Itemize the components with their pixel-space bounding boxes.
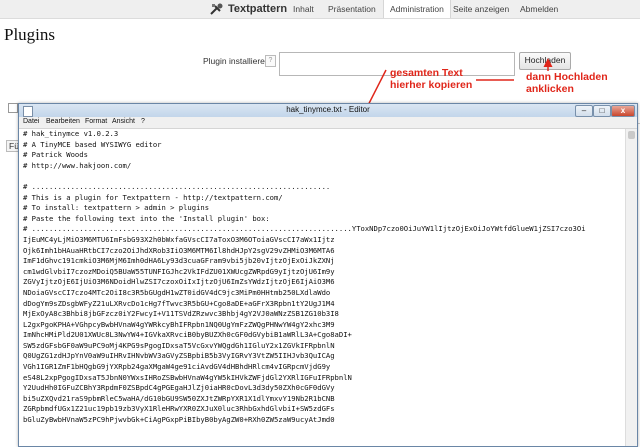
nav-administration[interactable]: Administration xyxy=(383,0,451,18)
text-line: ZGVyIjtzOjE6IjUiO3M6NDoidHlwZSI7czoxOiIx… xyxy=(23,277,335,287)
text-line: NDoiaGVscCI7czo4MTc2OiI8c3R5bGUgdH1wZT0i… xyxy=(23,287,331,297)
text-line: # To install: textpattern > admin > plug… xyxy=(23,203,210,213)
brand: Textpattern xyxy=(210,2,287,16)
text-line: IjEuMC4yLjMiO3M6MTU6ImFsbG93X2h0bWxfaGVs… xyxy=(23,234,335,244)
text-line: SW5zdGFsbGF0aW9uPC9oMj4KPG9sPgogIDxsaT5V… xyxy=(23,340,335,350)
annotation-upload-line-1: dann Hochladen xyxy=(526,71,608,83)
text-line: VGh1IGR1ZmF1bHQgbG9jYXRpb24gaXMgaW4ge91c… xyxy=(23,362,331,372)
text-line: Y2UudHh0IGFuZCBhY3RpdmF0ZSBpdC4gPGEgaHJl… xyxy=(23,383,335,393)
menu-edit[interactable]: Bearbeiten xyxy=(46,118,80,125)
close-button[interactable]: x xyxy=(611,105,635,117)
text-area[interactable]: # hak_tinymce v1.0.2.3 # A TinyMCE based … xyxy=(23,129,623,439)
row-checkbox[interactable] xyxy=(8,103,18,113)
text-line: bGluZyBwbHVnaW5zPC9hPjwvbGk+CiAgPGxpPiBI… xyxy=(23,415,335,425)
text-line: # Patrick Woods xyxy=(23,150,88,160)
window-title: hak_tinymce.txt - Editor xyxy=(286,105,370,114)
menu-file[interactable]: Datei xyxy=(23,118,39,125)
notepad-window[interactable]: hak_tinymce.txt - Editor – □ x Datei Bea… xyxy=(18,103,638,447)
text-line: cm1wdGlvbiI7czozMDoiQ5BUaW55TUNFIGJhc2Vk… xyxy=(23,266,335,276)
text-line: # ......................................… xyxy=(23,224,586,234)
text-line: ImNhcHMiPld2U01XWUc8L3NwYW4+IGVkaXRvciB0… xyxy=(23,330,352,340)
annotation-copy-line-2: hierher kopieren xyxy=(390,79,473,91)
vertical-scrollbar[interactable] xyxy=(625,129,637,446)
install-plugin-label: Plugin installieren xyxy=(203,56,270,66)
brand-name: Textpattern xyxy=(228,3,288,15)
upload-button[interactable]: Hochladen xyxy=(519,52,571,70)
text-line: # This is a plugin for Textpattern - htt… xyxy=(23,192,283,202)
menu-help[interactable]: ? xyxy=(141,118,145,125)
text-line: Ojk6Imh1bHAuaHRtbCI7czo2OiJhdXRob3IiO3M6… xyxy=(23,245,335,255)
text-line xyxy=(23,171,623,182)
text-line: ImF1dGhvc191cmkiO3M6MjM6Imh0dHA6Ly93d3cu… xyxy=(23,256,335,266)
window-titlebar[interactable]: hak_tinymce.txt - Editor – □ x xyxy=(19,104,637,117)
help-icon[interactable]: ? xyxy=(265,55,276,67)
text-line: # hak_tinymce v1.0.2.3 xyxy=(23,129,119,138)
scrollbar-thumb[interactable] xyxy=(628,131,635,139)
admin-topbar: Textpattern Inhalt Präsentation Administ… xyxy=(0,0,640,19)
menu-format[interactable]: Format xyxy=(85,118,107,125)
annotation-upload: dann Hochladen anklicken xyxy=(526,71,608,95)
text-line: dDogYm9sZDsgbWFyZ21uLXRvcDo1cHg7fTwvc3R5… xyxy=(23,298,335,308)
text-line: Q0UgZG1zdHJpYnV0aW9uIHRvIHNvbWV3aGVyZSBp… xyxy=(23,351,335,361)
minimize-button[interactable]: – xyxy=(575,105,593,117)
maximize-button[interactable]: □ xyxy=(593,105,611,117)
page-title: Plugins xyxy=(4,25,56,44)
nav-view-site[interactable]: Seite anzeigen xyxy=(453,0,509,18)
text-line: eS48L2xpPgogIDxsaT5JbnN0YWxsIHRoZSBwbHVn… xyxy=(23,372,352,382)
text-line: MjExOyA8c3Bhbi8jbGFzcz0iY2FwcyI+V11TSVdZ… xyxy=(23,309,339,319)
text-line: # http://www.hakjoon.com/ xyxy=(23,160,132,170)
text-line: # A TinyMCE based WYSIWYG editor xyxy=(23,139,162,149)
menu-view[interactable]: Ansicht xyxy=(112,118,135,125)
nav-presentation[interactable]: Präsentation xyxy=(328,0,376,18)
text-line: # Paste the following text into the 'Ins… xyxy=(23,213,270,223)
text-line: ZGRpbmdfUGx1Z21uc19pb19zb3VyX1RleHRwYXR0… xyxy=(23,404,335,414)
menu-bar: Datei Bearbeiten Format Ansicht ? xyxy=(19,117,637,129)
text-line: bi5uZXQvd21raS9pbmRleC5waHA/dG10bGU9SW50… xyxy=(23,393,335,403)
text-line: # ......................................… xyxy=(23,181,331,191)
textpattern-logo-icon xyxy=(210,3,223,15)
nav-logout[interactable]: Abmelden xyxy=(520,0,558,18)
annotation-copy-text: gesamten Text hierher kopieren xyxy=(390,67,472,91)
annotation-upload-line-2: anklicken xyxy=(526,83,574,95)
nav-content[interactable]: Inhalt xyxy=(293,0,314,18)
annotation-copy-line-1: gesamten Text xyxy=(390,67,463,79)
text-line: L2gxPgoKPHA+VGhpcyBwbHVnaW4gYWRkcyBhIFRp… xyxy=(23,319,335,329)
